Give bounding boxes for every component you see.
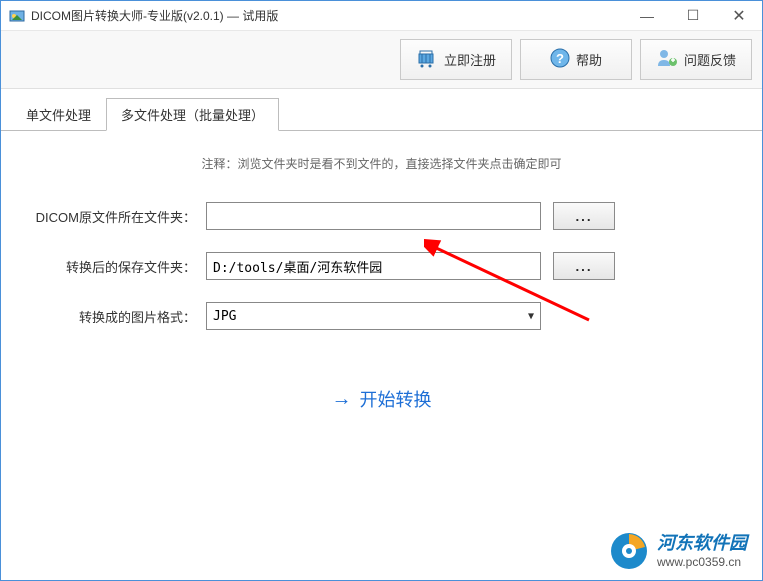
maximize-button[interactable]: ☐ (670, 1, 716, 30)
browse-source-button[interactable]: ... (553, 202, 615, 230)
app-icon (9, 8, 25, 24)
format-dropdown[interactable]: JPG ▼ (206, 302, 541, 330)
toolbar: 立即注册 ? 帮助 问题反馈 (1, 31, 762, 89)
minimize-button[interactable]: ― (624, 1, 670, 30)
brand-name: 河东软件园 (657, 533, 747, 555)
branding: 河东软件园 www.pc0359.cn (609, 531, 747, 571)
dest-folder-label: 转换后的保存文件夹： (31, 257, 206, 276)
titlebar: DICOM图片转换大师-专业版(v2.0.1) — 试用版 ― ☐ ✕ (1, 1, 762, 31)
brand-url: www.pc0359.cn (657, 555, 747, 569)
register-label: 立即注册 (444, 50, 496, 69)
chevron-down-icon: ▼ (528, 311, 534, 322)
tab-panel-multi: 注释：浏览文件夹时是看不到文件的，直接选择文件夹点击确定即可 DICOM原文件所… (1, 131, 762, 580)
arrow-right-icon: → (332, 388, 352, 411)
dest-folder-input[interactable] (206, 252, 541, 280)
feedback-button[interactable]: 问题反馈 (640, 39, 752, 80)
start-label: 开始转换 (360, 386, 432, 412)
browse-dest-button[interactable]: ... (553, 252, 615, 280)
hint-text: 注释：浏览文件夹时是看不到文件的，直接选择文件夹点击确定即可 (31, 155, 732, 172)
start-convert-button[interactable]: → 开始转换 (332, 386, 432, 412)
app-window: DICOM图片转换大师-专业版(v2.0.1) — 试用版 ― ☐ ✕ 立即注册… (0, 0, 763, 581)
cart-icon (416, 48, 438, 71)
source-folder-label: DICOM原文件所在文件夹： (31, 207, 206, 226)
tab-multi[interactable]: 多文件处理（批量处理） (106, 98, 279, 131)
register-button[interactable]: 立即注册 (400, 39, 512, 80)
brand-logo-icon (609, 531, 649, 571)
window-title: DICOM图片转换大师-专业版(v2.0.1) — 试用版 (31, 7, 624, 24)
user-feedback-icon (656, 48, 678, 71)
help-label: 帮助 (576, 50, 602, 69)
tab-single[interactable]: 单文件处理 (11, 98, 106, 131)
svg-text:?: ? (556, 51, 564, 66)
help-icon: ? (550, 48, 570, 71)
tabs: 单文件处理 多文件处理（批量处理） (1, 97, 762, 131)
source-folder-input[interactable] (206, 202, 541, 230)
format-label: 转换成的图片格式： (31, 307, 206, 326)
help-button[interactable]: ? 帮助 (520, 39, 632, 80)
feedback-label: 问题反馈 (684, 50, 736, 69)
format-value: JPG (213, 309, 236, 324)
close-button[interactable]: ✕ (716, 1, 762, 30)
